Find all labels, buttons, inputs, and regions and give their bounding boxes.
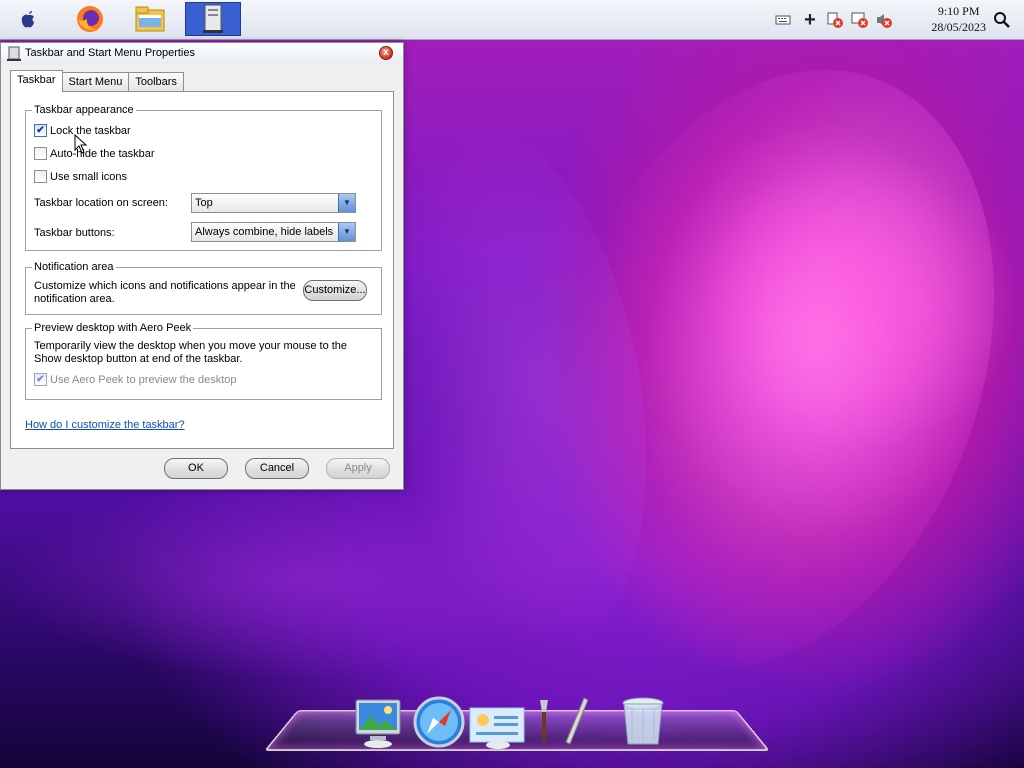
brush-icon[interactable]: [534, 696, 554, 750]
cancel-button[interactable]: Cancel: [245, 458, 309, 479]
close-icon: x: [383, 47, 389, 58]
autohide-row[interactable]: Auto-hide the taskbar: [34, 147, 155, 160]
lock-taskbar-checkbox[interactable]: ✔: [34, 124, 47, 137]
chevron-down-icon: ▼: [338, 223, 355, 241]
buttons-label: Taskbar buttons:: [34, 227, 115, 239]
notification-description: Customize which icons and notifications …: [34, 280, 296, 305]
network-error-icon-2[interactable]: [850, 10, 870, 30]
peek-description: Temporarily view the desktop when you mo…: [34, 340, 348, 365]
dialog-title: Taskbar and Start Menu Properties: [25, 47, 195, 59]
keyboard-icon[interactable]: [773, 10, 793, 30]
mouse-cursor: [74, 133, 88, 157]
taskbar-properties-app-icon[interactable]: [185, 2, 241, 36]
autohide-checkbox[interactable]: [34, 147, 47, 160]
group-legend: Notification area: [32, 261, 116, 273]
location-value: Top: [195, 197, 213, 209]
clock-date: 28/05/2023: [931, 20, 986, 34]
close-button[interactable]: x: [379, 46, 393, 60]
top-menu-bar: + 9:10 PM 28/05/2023: [0, 0, 1024, 40]
tab-taskbar[interactable]: Taskbar: [10, 70, 63, 92]
checkbox-label: Lock the taskbar: [50, 124, 131, 137]
finder-icon[interactable]: [352, 694, 406, 750]
safari-icon[interactable]: [412, 694, 466, 750]
dialog-titlebar[interactable]: Taskbar and Start Menu Properties x: [1, 43, 403, 65]
taskbar-appearance-group: Taskbar appearance ✔ Lock the taskbar Au…: [25, 104, 382, 251]
notification-area-group: Notification area Customize which icons …: [25, 261, 382, 315]
file-explorer-icon[interactable]: [132, 2, 168, 36]
help-link[interactable]: How do I customize the taskbar?: [25, 419, 185, 431]
tab-toolbars[interactable]: Toolbars: [128, 72, 184, 92]
aero-peek-group: Preview desktop with Aero Peek Temporari…: [25, 322, 382, 400]
tab-strip: Taskbar Start Menu Toolbars: [10, 70, 184, 92]
add-icon[interactable]: +: [800, 9, 820, 31]
clock-time: 9:10 PM: [937, 4, 980, 18]
dialog-icon: [6, 46, 22, 65]
apple-menu-icon[interactable]: [10, 2, 46, 36]
checkbox-label: Use small icons: [50, 170, 128, 183]
apply-button[interactable]: Apply: [326, 458, 390, 479]
trash-icon[interactable]: [616, 694, 670, 750]
buttons-dropdown[interactable]: Always combine, hide labels ▼: [191, 222, 356, 242]
use-peek-checkbox[interactable]: ✔: [34, 373, 47, 386]
search-icon[interactable]: [992, 10, 1012, 30]
location-dropdown[interactable]: Top ▼: [191, 193, 356, 213]
small-icons-row[interactable]: Use small icons: [34, 170, 127, 183]
group-legend: Preview desktop with Aero Peek: [32, 322, 194, 334]
ok-button[interactable]: OK: [164, 458, 228, 479]
checkbox-label: Auto-hide the taskbar: [50, 147, 155, 160]
chevron-down-icon: ▼: [338, 194, 355, 212]
checkbox-label: Use Aero Peek to preview the desktop: [50, 373, 237, 386]
clock[interactable]: 9:10 PM 28/05/2023: [931, 3, 986, 35]
small-icons-checkbox[interactable]: [34, 170, 47, 183]
dock: [263, 692, 771, 762]
customize-button[interactable]: Customize...: [303, 280, 367, 301]
volume-muted-icon[interactable]: [874, 10, 894, 30]
taskbar-properties-dialog: Taskbar and Start Menu Properties x Task…: [0, 42, 404, 490]
preview-icon[interactable]: [468, 700, 526, 750]
tab-start-menu[interactable]: Start Menu: [61, 72, 130, 92]
pen-icon[interactable]: [558, 694, 588, 750]
group-legend: Taskbar appearance: [32, 104, 136, 116]
use-peek-row[interactable]: ✔ Use Aero Peek to preview the desktop: [34, 373, 237, 386]
wallpaper-petal: [700, 150, 1020, 450]
firefox-icon[interactable]: [72, 2, 108, 36]
wallpaper-petal: [466, 6, 1024, 734]
tab-page-taskbar: Taskbar appearance ✔ Lock the taskbar Au…: [10, 91, 394, 449]
network-error-icon[interactable]: [825, 10, 845, 30]
location-label: Taskbar location on screen:: [34, 197, 168, 209]
wallpaper-petal: [0, 480, 600, 680]
buttons-value: Always combine, hide labels: [195, 226, 334, 238]
